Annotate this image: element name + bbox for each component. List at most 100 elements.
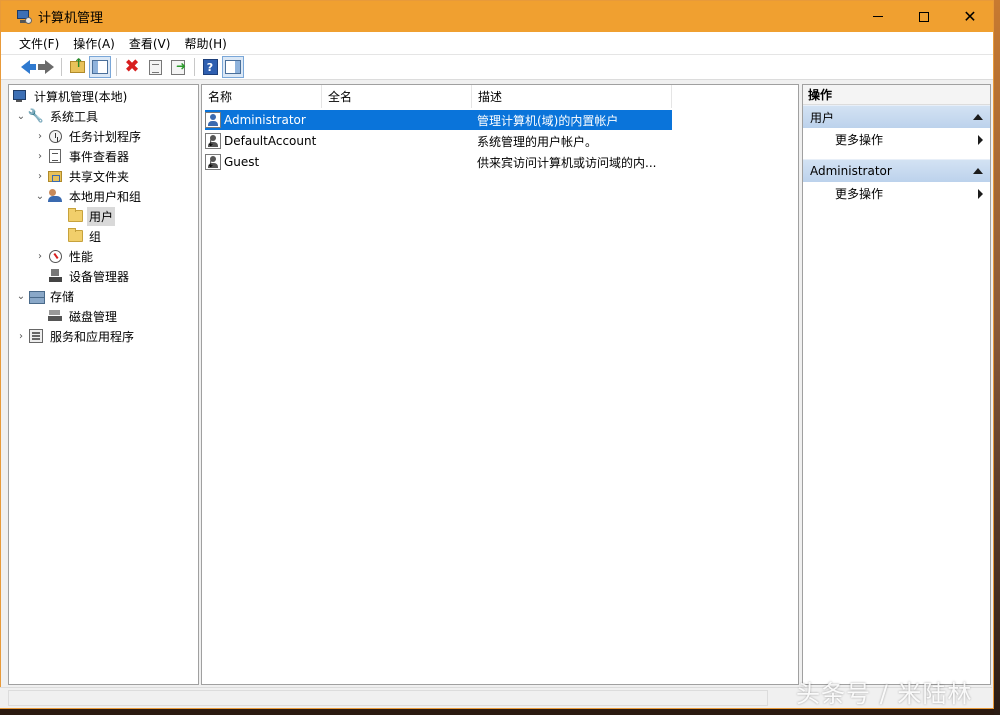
forward-arrow-icon bbox=[37, 60, 54, 74]
tree-item-system-tools[interactable]: ⌄ 🔧 系统工具 bbox=[14, 106, 100, 126]
collapsed-chevron-icon[interactable]: › bbox=[14, 331, 28, 342]
user-description: 供来宾访问计算机或访问域的内... bbox=[477, 155, 657, 170]
actions-section-administrator[interactable]: Administrator bbox=[803, 159, 990, 182]
show-hide-action-pane-icon bbox=[225, 60, 241, 74]
properties-icon bbox=[148, 59, 162, 75]
performance-gauge-icon bbox=[47, 248, 63, 264]
more-actions-administrator[interactable]: 更多操作 bbox=[803, 182, 990, 205]
tree-item-disk-management[interactable]: 磁盘管理 bbox=[47, 306, 119, 326]
device-manager-icon bbox=[47, 268, 63, 284]
tree-item-groups[interactable]: 组 bbox=[67, 226, 103, 246]
section-header-label: 用户 bbox=[810, 110, 835, 125]
title-bar[interactable]: 计算机管理 ✕ bbox=[1, 1, 993, 32]
close-icon: ✕ bbox=[963, 6, 977, 26]
expanded-chevron-icon[interactable]: ⌄ bbox=[33, 191, 47, 202]
disabled-user-icon: ↓ bbox=[205, 133, 221, 149]
tree-item-device-manager[interactable]: 设备管理器 bbox=[47, 266, 131, 286]
tree-item-task-scheduler[interactable]: › 任务计划程序 bbox=[33, 126, 143, 146]
back-button[interactable] bbox=[11, 56, 36, 78]
more-actions-users[interactable]: 更多操作 bbox=[803, 128, 990, 151]
section-header-label: Administrator bbox=[810, 164, 892, 178]
back-arrow-icon bbox=[20, 60, 36, 74]
export-list-icon bbox=[171, 59, 186, 75]
tree-item-shared-folders[interactable]: › 共享文件夹 bbox=[33, 166, 131, 186]
tree-item-performance[interactable]: › 性能 bbox=[33, 246, 95, 266]
users-icon bbox=[47, 188, 63, 204]
folder-icon bbox=[67, 228, 83, 244]
tools-icon: 🔧 bbox=[27, 108, 45, 124]
toolbar: ✖ ? bbox=[1, 55, 993, 80]
disabled-user-icon: ↓ bbox=[205, 154, 221, 170]
actions-section-users[interactable]: 用户 bbox=[803, 105, 990, 128]
clock-icon bbox=[47, 128, 63, 144]
actions-pane: 操作 用户 更多操作 Administrator 更多操作 bbox=[802, 84, 991, 685]
minimize-button[interactable] bbox=[855, 1, 901, 32]
computer-icon bbox=[12, 88, 28, 104]
column-header-description[interactable]: 描述 bbox=[472, 85, 672, 108]
submenu-arrow-icon bbox=[978, 188, 983, 199]
window-controls: ✕ bbox=[855, 1, 993, 32]
delete-button[interactable]: ✖ bbox=[121, 56, 143, 78]
menu-help[interactable]: 帮助(H) bbox=[177, 35, 233, 52]
collapse-caret-icon bbox=[973, 114, 983, 120]
toolbar-separator bbox=[116, 58, 117, 76]
event-log-icon bbox=[47, 148, 63, 164]
help-button[interactable]: ? bbox=[199, 56, 221, 78]
menu-view[interactable]: 查看(V) bbox=[122, 35, 178, 52]
user-name: DefaultAccount bbox=[224, 134, 317, 148]
menu-action[interactable]: 操作(A) bbox=[66, 35, 122, 52]
collapsed-chevron-icon[interactable]: › bbox=[33, 131, 47, 142]
column-header-full-name[interactable]: 全名 bbox=[322, 85, 472, 108]
close-button[interactable]: ✕ bbox=[947, 1, 993, 32]
shared-folder-icon bbox=[47, 168, 63, 184]
computer-management-icon bbox=[16, 9, 32, 25]
column-header-name[interactable]: 名称 bbox=[202, 85, 322, 108]
delete-icon: ✖ bbox=[124, 56, 140, 77]
submenu-arrow-icon bbox=[978, 134, 983, 145]
tree-item-users[interactable]: 用户 bbox=[67, 206, 116, 226]
window-title: 计算机管理 bbox=[38, 11, 104, 26]
collapsed-chevron-icon[interactable]: › bbox=[33, 171, 47, 182]
user-description: 系统管理的用户帐户。 bbox=[477, 134, 598, 149]
show-hide-tree-button[interactable] bbox=[89, 56, 111, 78]
maximize-button[interactable] bbox=[901, 1, 947, 32]
list-row-guest[interactable]: ↓ Guest 供来宾访问计算机或访问域的内... bbox=[205, 152, 672, 172]
tree-item-storage[interactable]: ⌄ 存储 bbox=[14, 286, 76, 306]
user-icon bbox=[205, 112, 221, 128]
expanded-chevron-icon[interactable]: ⌄ bbox=[14, 111, 28, 122]
list-row-administrator[interactable]: Administrator 管理计算机(域)的内置帐户 bbox=[205, 110, 672, 130]
users-list-view[interactable]: 名称 全名 描述 Administrator 管理计算机(域)的内置帐户 ↓ D… bbox=[201, 84, 799, 685]
collapsed-chevron-icon[interactable]: › bbox=[33, 151, 47, 162]
desktop-wallpaper bbox=[994, 0, 1000, 715]
up-one-level-button[interactable] bbox=[66, 56, 88, 78]
tree-item-computer-management[interactable]: 计算机管理(本地) bbox=[12, 86, 129, 106]
list-header: 名称 全名 描述 bbox=[202, 85, 672, 108]
services-icon bbox=[28, 328, 44, 344]
disk-icon bbox=[47, 308, 63, 324]
action-label: 更多操作 bbox=[835, 187, 884, 201]
tree-item-local-users-groups[interactable]: ⌄ 本地用户和组 bbox=[33, 186, 143, 206]
actions-title: 操作 bbox=[803, 85, 990, 105]
show-hide-action-pane-button[interactable] bbox=[222, 56, 244, 78]
collapsed-chevron-icon[interactable]: › bbox=[33, 251, 47, 262]
properties-button[interactable] bbox=[144, 56, 166, 78]
main-area: 计算机管理(本地) ⌄ 🔧 系统工具 › 任务计划程序 › 事件查看器 › 共享… bbox=[8, 84, 991, 686]
tree-item-services-apps[interactable]: › 服务和应用程序 bbox=[14, 326, 136, 346]
storage-icon bbox=[28, 288, 45, 304]
menu-file[interactable]: 文件(F) bbox=[12, 35, 66, 52]
forward-button[interactable] bbox=[34, 56, 56, 78]
console-tree[interactable]: 计算机管理(本地) ⌄ 🔧 系统工具 › 任务计划程序 › 事件查看器 › 共享… bbox=[8, 84, 199, 685]
menu-bar: 文件(F) 操作(A) 查看(V) 帮助(H) bbox=[1, 32, 993, 55]
minimize-icon bbox=[873, 16, 883, 17]
user-name: Administrator bbox=[224, 113, 306, 127]
user-description: 管理计算机(域)的内置帐户 bbox=[477, 113, 619, 128]
list-row-defaultaccount[interactable]: ↓ DefaultAccount 系统管理的用户帐户。 bbox=[205, 131, 672, 151]
tree-item-event-viewer[interactable]: › 事件查看器 bbox=[33, 146, 131, 166]
status-bar bbox=[0, 687, 992, 708]
expanded-chevron-icon[interactable]: ⌄ bbox=[14, 291, 28, 302]
toolbar-separator bbox=[194, 58, 195, 76]
help-icon: ? bbox=[202, 59, 218, 75]
maximize-icon bbox=[919, 11, 929, 22]
up-folder-icon bbox=[69, 56, 85, 73]
export-list-button[interactable] bbox=[167, 56, 189, 78]
